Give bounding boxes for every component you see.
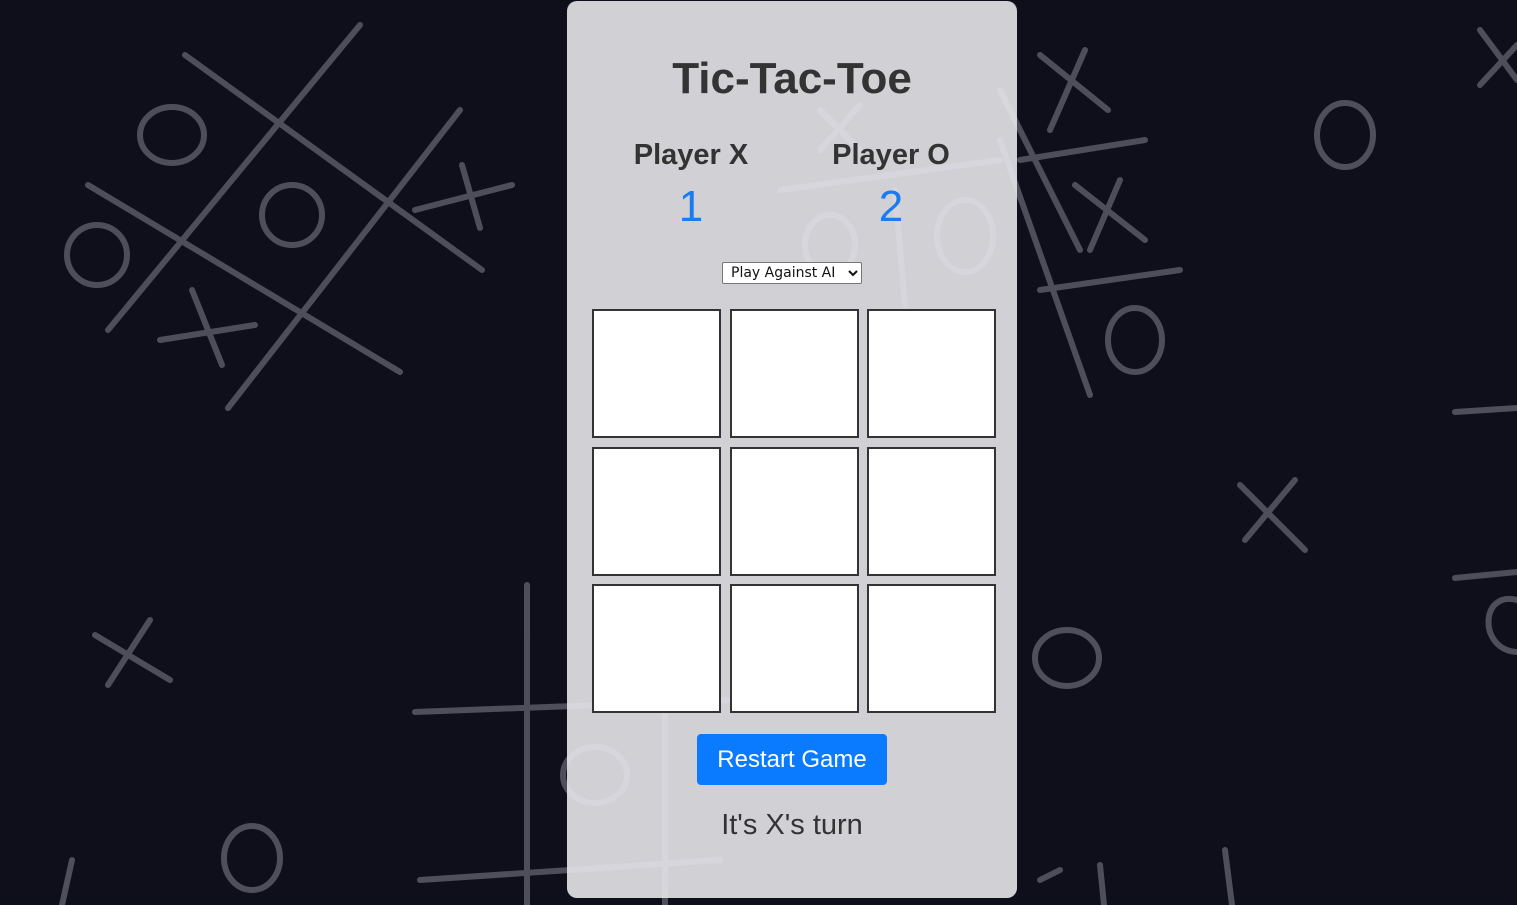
game-panel: Tic-Tac-Toe Player X 1 Player O 2 Play A… [567,1,1017,898]
game-mode-select[interactable]: Play Against AI [722,262,862,284]
game-board [592,309,997,714]
restart-game-button[interactable]: Restart Game [697,734,887,785]
player-x-label: Player X [633,139,749,171]
board-cell-4[interactable] [730,447,859,576]
player-x-score: 1 [678,182,704,231]
board-cell-0[interactable] [592,309,721,438]
player-x-score-card: Player X 1 [591,137,791,232]
board-cell-1[interactable] [730,309,859,438]
board-cell-3[interactable] [592,447,721,576]
board-cell-5[interactable] [867,447,996,576]
board-cell-7[interactable] [730,584,859,713]
board-cell-2[interactable] [867,309,996,438]
player-o-label: Player O [832,139,950,171]
game-title: Tic-Tac-Toe [672,54,912,103]
player-o-score-card: Player O 2 [791,137,991,232]
player-o-score: 2 [878,182,904,231]
scoreboard: Player X 1 Player O 2 [567,137,1017,237]
turn-status: It's X's turn [721,809,863,841]
board-cell-8[interactable] [867,584,996,713]
board-cell-6[interactable] [592,584,721,713]
